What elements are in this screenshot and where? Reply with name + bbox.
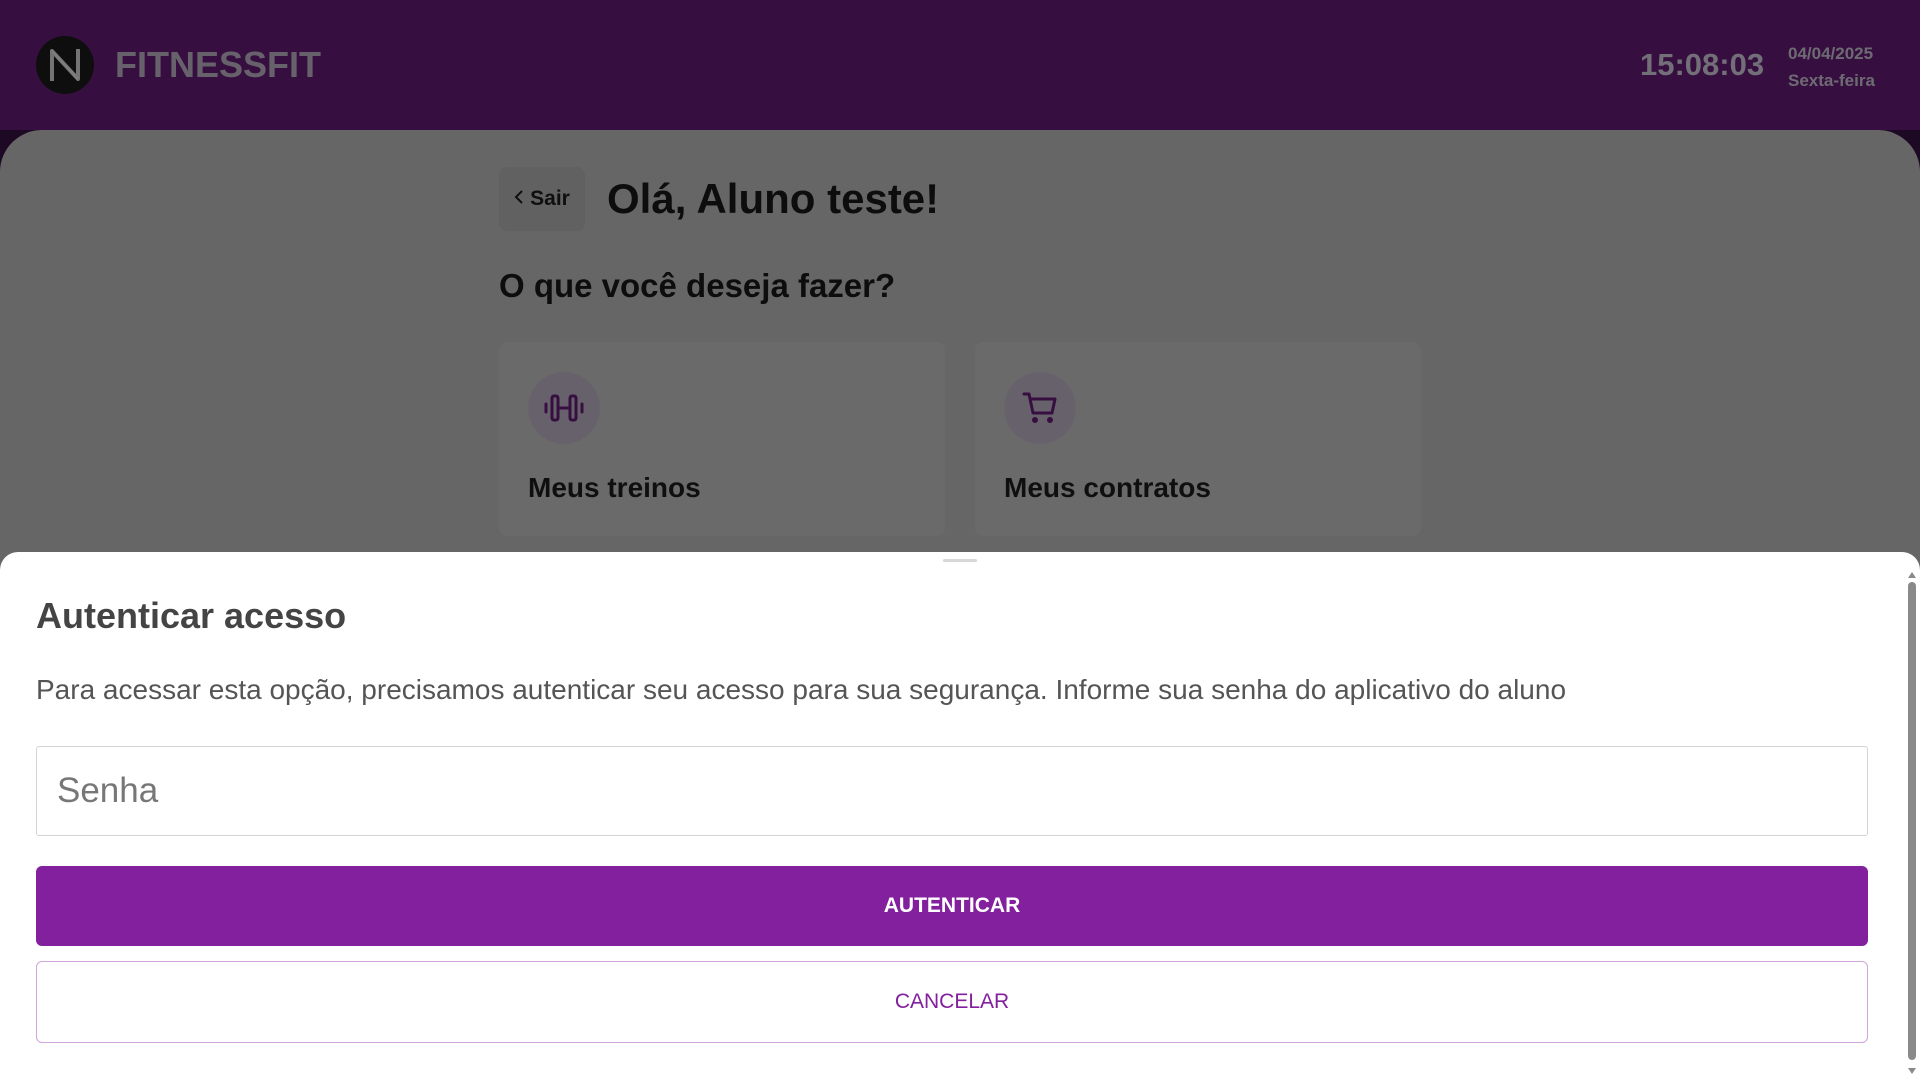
scroll-down-arrow-icon[interactable]	[1908, 1068, 1916, 1074]
scroll-up-arrow-icon[interactable]	[1908, 572, 1916, 578]
cancel-button[interactable]: CANCELAR	[36, 961, 1868, 1043]
password-input[interactable]	[36, 746, 1868, 836]
authenticate-button[interactable]: AUTENTICAR	[36, 866, 1868, 946]
sheet-description: Para acessar esta opção, precisamos aute…	[36, 674, 1567, 705]
sheet-scrollbar[interactable]	[1906, 570, 1918, 1080]
sheet-drag-handle[interactable]	[943, 559, 977, 562]
scrollbar-thumb[interactable]	[1908, 582, 1916, 1060]
auth-bottom-sheet: Autenticar acesso Para acessar esta opçã…	[0, 552, 1920, 1080]
sheet-title: Autenticar acesso	[36, 595, 347, 636]
